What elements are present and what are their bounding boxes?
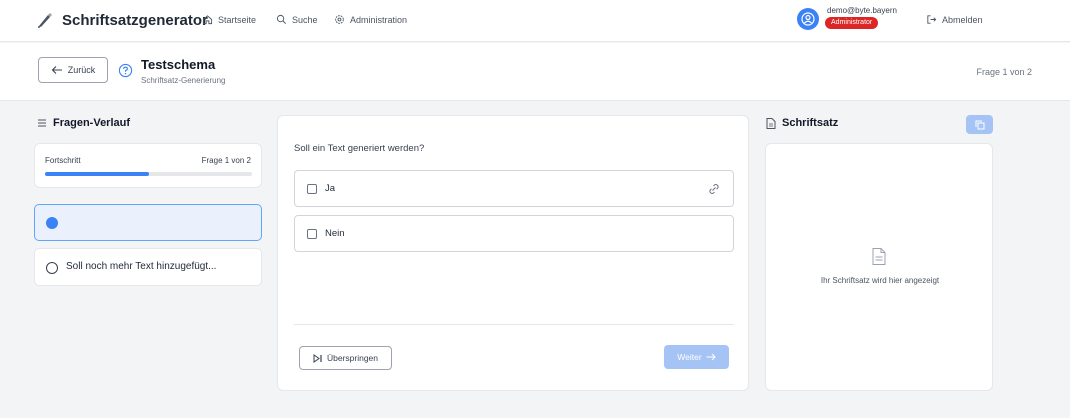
logout-icon [927, 15, 937, 24]
preview-title: Schriftsatz [782, 117, 839, 129]
document-icon [766, 117, 776, 129]
question-progress-text: Frage 1 von 2 [976, 67, 1032, 77]
answer-label: Nein [325, 228, 345, 239]
answer-checkbox[interactable] [307, 228, 317, 239]
nav-link-search-label: Suche [292, 14, 318, 25]
preview-panel: Ihr Schriftsatz wird hier angezeigt [765, 143, 993, 391]
copy-icon [975, 120, 984, 129]
answer-option-ja[interactable]: Ja [294, 170, 734, 207]
current-step-dot-icon [46, 217, 58, 229]
skip-button-label: Überspringen [326, 353, 379, 363]
user-avatar[interactable] [797, 8, 819, 30]
link-icon[interactable] [708, 183, 720, 195]
progress-count: Frage 1 von 2 [201, 156, 251, 165]
preview-empty-text: Ihr Schriftsatz wird hier angezeigt [820, 276, 940, 285]
skip-button[interactable]: Überspringen [299, 346, 392, 370]
document-placeholder-icon [872, 248, 886, 265]
nav-link-administration[interactable]: Administration [334, 14, 407, 25]
arrow-right-icon [706, 353, 716, 361]
role-badge: Administrator [825, 17, 879, 29]
next-button[interactable]: Weiter [664, 345, 729, 369]
logout-label: Abmelden [942, 14, 983, 25]
pen-logo-icon [38, 13, 52, 28]
top-navbar: Schriftsatzgenerator Startseite Suche Ad… [0, 0, 1070, 42]
user-circle-icon [801, 12, 815, 26]
logout-button[interactable]: Abmelden [926, 14, 983, 25]
history-title: Fragen-Verlauf [53, 117, 131, 129]
copy-button[interactable] [966, 115, 993, 134]
user-email: demo@byte.bayern [827, 6, 897, 15]
progress-bar [45, 172, 252, 176]
preview-header: Schriftsatz [766, 117, 838, 129]
answer-checkbox[interactable] [307, 183, 317, 194]
skip-icon [313, 353, 322, 363]
history-item-current[interactable] [34, 204, 262, 241]
progress-bar-fill [45, 172, 149, 176]
nav-link-home[interactable]: Startseite [202, 14, 256, 25]
progress-card: Fortschritt Frage 1 von 2 [34, 143, 262, 188]
page-subtitle: Schriftsatz-Generierung [141, 76, 226, 85]
brand[interactable]: Schriftsatzgenerator [36, 11, 208, 29]
back-button[interactable]: Zurück [38, 57, 108, 83]
nav-link-search[interactable]: Suche [276, 14, 318, 25]
app-title: Schriftsatzgenerator [62, 11, 208, 29]
home-icon [202, 15, 213, 25]
divider [294, 324, 734, 325]
list-icon [38, 119, 46, 127]
nav-link-administration-label: Administration [350, 14, 408, 25]
arrow-left-icon [51, 66, 62, 74]
page-header: Zurück Testschema Schriftsatz-Generierun… [0, 43, 1070, 101]
help-icon[interactable] [118, 63, 133, 78]
gear-icon [335, 15, 344, 24]
progress-label: Fortschritt [45, 156, 81, 165]
history-header: Fragen-Verlauf [37, 117, 130, 129]
history-item-label: Soll noch mehr Text hinzugefügt... [66, 261, 217, 272]
page-title: Testschema [141, 57, 216, 72]
question-text: Soll ein Text generiert werden? [294, 143, 425, 154]
back-button-label: Zurück [67, 65, 96, 75]
question-card: Soll ein Text generiert werden? Ja Nein … [277, 115, 749, 391]
history-item-pending[interactable]: Soll noch mehr Text hinzugefügt... [34, 248, 262, 286]
pending-step-circle-icon [46, 262, 58, 274]
next-button-label: Weiter [677, 352, 702, 362]
search-icon [276, 14, 286, 24]
answer-label: Ja [325, 183, 336, 194]
nav-link-home-label: Startseite [218, 14, 257, 25]
answer-option-nein[interactable]: Nein [294, 215, 734, 252]
